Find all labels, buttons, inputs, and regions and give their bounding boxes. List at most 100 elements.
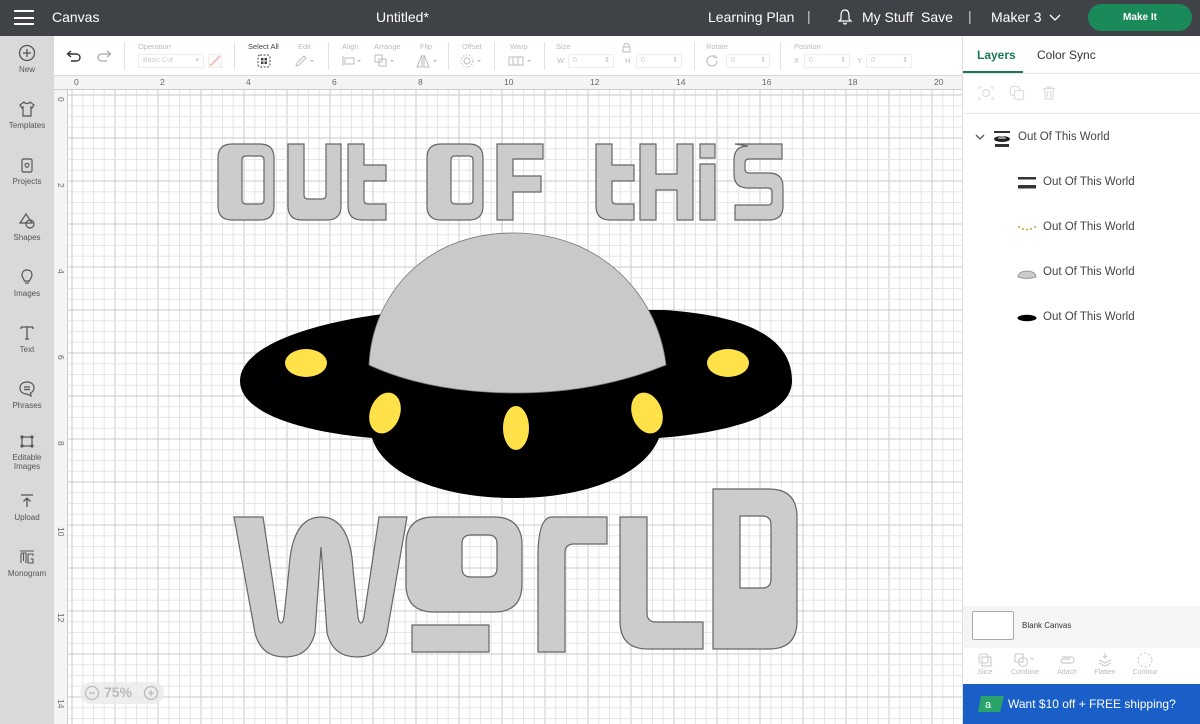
tab-color-sync[interactable]: Color Sync xyxy=(1037,48,1096,62)
letter-F xyxy=(496,143,544,221)
sidebar-item-editable-images[interactable]: Editable Images xyxy=(0,432,54,471)
layer-item[interactable]: Out Of This World xyxy=(963,303,1200,333)
tab-layers[interactable]: Layers xyxy=(977,48,1016,62)
sidebar-item-upload[interactable]: Upload xyxy=(0,492,54,522)
letter-O xyxy=(426,143,484,221)
divider xyxy=(544,42,545,70)
sidebar-item-new[interactable]: New xyxy=(0,44,54,74)
letter-t xyxy=(347,143,387,221)
machine-selector[interactable]: Maker 3 xyxy=(991,9,1061,25)
chevron-down-icon[interactable] xyxy=(975,134,985,141)
select-all-label: Select All xyxy=(248,42,279,51)
layer-item[interactable]: Out Of This World xyxy=(963,258,1200,288)
canvas-color-swatch[interactable] xyxy=(972,611,1014,640)
separator: | xyxy=(968,8,972,24)
height-input[interactable]: 0 ⇕ xyxy=(636,54,682,68)
promo-banner[interactable]: a Want $10 off + FREE shipping? xyxy=(963,684,1200,724)
contour-icon xyxy=(1137,652,1153,668)
size-label: Size xyxy=(556,42,571,51)
document-title[interactable]: Untitled* xyxy=(376,9,429,25)
letter-L xyxy=(619,516,704,650)
sidebar-item-text[interactable]: Text xyxy=(0,324,54,354)
save-button[interactable]: Save xyxy=(921,9,953,25)
sidebar-item-phrases[interactable]: Phrases xyxy=(0,380,54,410)
operation-select[interactable]: Basic Cut ▾ xyxy=(138,54,204,68)
layer-name: Out Of This World xyxy=(1043,266,1135,278)
sidebar-item-shapes[interactable]: Shapes xyxy=(0,212,54,242)
slice-button[interactable]: Slice xyxy=(965,650,1005,676)
divider xyxy=(328,42,329,70)
duplicate-icon[interactable] xyxy=(1009,85,1025,101)
x-position-input[interactable]: 0 ⇕ xyxy=(804,54,850,68)
divider xyxy=(448,42,449,70)
lock-icon[interactable] xyxy=(622,42,631,53)
make-it-button[interactable]: Make It xyxy=(1088,4,1192,31)
layer-item[interactable]: Out Of This World xyxy=(963,168,1200,198)
my-stuff-link[interactable]: My Stuff xyxy=(862,9,913,25)
learning-plan-link[interactable]: Learning Plan xyxy=(708,9,794,25)
blank-canvas-label: Blank Canvas xyxy=(1022,621,1072,630)
select-all-icon[interactable] xyxy=(257,54,271,68)
width-input[interactable]: 0 ⇕ xyxy=(568,54,614,68)
redo-icon[interactable] xyxy=(96,49,112,63)
promo-text: Want $10 off + FREE shipping? xyxy=(1008,697,1176,711)
letter-O xyxy=(217,143,275,221)
edit-pencil-icon[interactable] xyxy=(294,54,316,68)
delete-icon[interactable] xyxy=(1041,85,1057,101)
text-layer-line-2[interactable] xyxy=(233,488,798,658)
arrange-icon[interactable] xyxy=(374,54,398,68)
svg-text:a: a xyxy=(985,699,992,711)
sidebar-item-images[interactable]: Images xyxy=(0,268,54,298)
lightbulb-icon xyxy=(21,269,33,284)
stepper-icon[interactable]: ⇕ xyxy=(672,55,678,67)
rotate-icon[interactable] xyxy=(705,54,719,68)
warp-icon[interactable] xyxy=(508,55,534,67)
zoom-in-icon[interactable] xyxy=(143,685,159,701)
sidebar-item-monogram[interactable]: Monogram xyxy=(0,548,54,578)
sidebar-item-projects[interactable]: Projects xyxy=(0,156,54,186)
layer-actions: Slice Combine Attach Flatten Contour xyxy=(963,648,1200,684)
chevron-down-icon xyxy=(1050,14,1061,21)
rotate-input[interactable]: 0 ⇕ xyxy=(726,54,770,68)
align-icon[interactable] xyxy=(342,55,364,67)
rotate-label: Rotate xyxy=(706,42,729,51)
divider xyxy=(124,42,125,70)
stepper-icon[interactable]: ⇕ xyxy=(840,55,846,67)
dome-thumbnail-icon xyxy=(1017,270,1037,279)
blank-canvas-layer[interactable]: Blank Canvas xyxy=(963,606,1200,648)
stepper-icon[interactable]: ⇕ xyxy=(604,55,610,67)
layer-name: Out Of This World xyxy=(1043,311,1135,323)
notification-bell-icon[interactable] xyxy=(836,8,854,26)
projects-icon xyxy=(21,158,33,173)
letter-t xyxy=(595,143,635,221)
left-sidebar: New Templates Projects Shapes Images Tex… xyxy=(0,36,54,724)
monogram-icon xyxy=(20,550,34,564)
layer-group[interactable]: Out Of This World xyxy=(963,123,1200,153)
attach-button[interactable]: Attach xyxy=(1047,650,1087,676)
app-title: Canvas xyxy=(52,9,100,25)
letter-S xyxy=(733,143,784,221)
stepper-icon[interactable]: ⇕ xyxy=(760,55,766,67)
contour-button[interactable]: Contour xyxy=(1125,650,1165,676)
y-position-input[interactable]: 0 ⇕ xyxy=(866,54,912,68)
zoom-out-icon[interactable] xyxy=(84,685,100,701)
design-artwork[interactable] xyxy=(54,76,962,724)
undo-icon[interactable] xyxy=(66,49,82,63)
menu-icon[interactable] xyxy=(14,10,34,25)
ufo-graphic[interactable] xyxy=(240,232,792,498)
combine-button[interactable]: Combine xyxy=(1005,650,1045,676)
combine-icon xyxy=(1014,653,1034,668)
sidebar-item-templates[interactable]: Templates xyxy=(0,100,54,130)
offset-icon[interactable] xyxy=(460,54,484,68)
layer-item[interactable]: Out Of This World xyxy=(963,213,1200,243)
group-icon[interactable] xyxy=(977,85,995,101)
flatten-button[interactable]: Flatten xyxy=(1085,650,1125,676)
layer-name: Out Of This World xyxy=(1043,176,1135,188)
slice-icon xyxy=(978,653,992,667)
stepper-icon[interactable]: ⇕ xyxy=(902,55,908,67)
text-layer-line-1[interactable] xyxy=(217,143,784,221)
divider xyxy=(234,42,235,70)
pen-color-icon[interactable] xyxy=(208,54,222,68)
flip-icon[interactable] xyxy=(416,54,440,68)
design-canvas[interactable]: 0 2 4 6 8 10 12 14 16 18 20 0 2 4 6 8 10 12 14 xyxy=(54,76,962,724)
